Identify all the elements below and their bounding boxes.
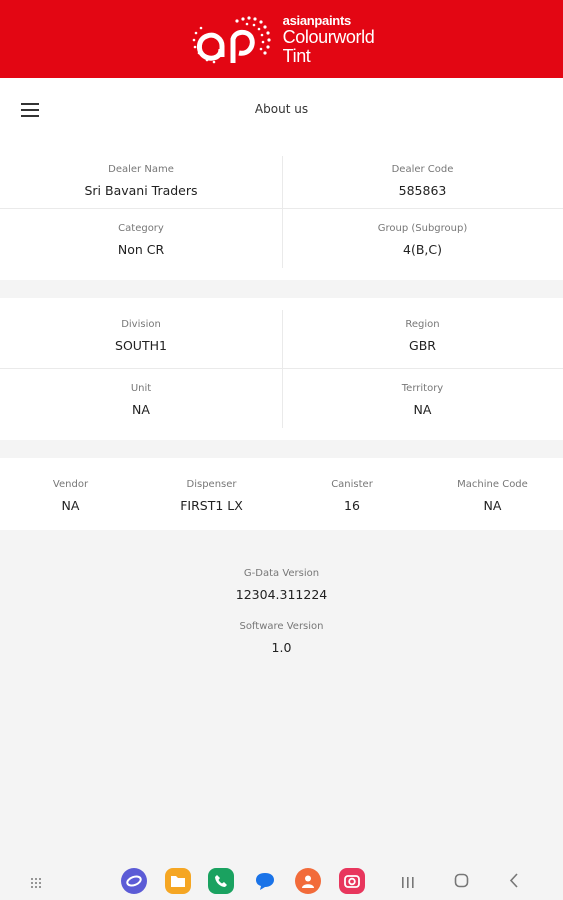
vendor-field: Vendor NA xyxy=(0,479,141,513)
region-field: Region GBR xyxy=(282,319,563,353)
brand-line-2: Colourworld xyxy=(282,26,375,47)
contacts-icon[interactable] xyxy=(295,868,321,894)
territory-field: Territory NA xyxy=(282,383,563,417)
group-label: Group (Subgroup) xyxy=(377,223,468,234)
row-divider xyxy=(0,368,563,369)
recent-apps-icon xyxy=(402,877,414,888)
internet-browser-icon[interactable] xyxy=(121,868,147,894)
category-field: Category Non CR xyxy=(0,223,282,257)
canister-field: Canister 16 xyxy=(282,479,422,513)
row-divider xyxy=(0,208,563,209)
dealer-code-value: 585863 xyxy=(398,183,447,198)
region-value: GBR xyxy=(409,338,436,353)
machine-code-value: NA xyxy=(483,498,502,513)
app-grid-icon xyxy=(31,878,41,888)
region-label: Region xyxy=(405,319,440,330)
my-files-icon[interactable] xyxy=(165,868,191,894)
messages-icon[interactable] xyxy=(252,868,278,894)
home-icon xyxy=(454,873,469,888)
gdata-version-field: G-Data Version 12304.311224 xyxy=(0,568,563,602)
back-button[interactable] xyxy=(509,873,519,892)
dealer-name-value: Sri Bavani Traders xyxy=(84,183,198,198)
group-field: Group (Subgroup) 4(B,C) xyxy=(282,223,563,257)
software-version-field: Software Version 1.0 xyxy=(0,621,563,655)
camera-icon[interactable] xyxy=(339,868,365,894)
brand-bar: asianpaints Colourworld Tint xyxy=(0,0,563,78)
ap-logo-icon xyxy=(192,16,271,64)
division-field: Division SOUTH1 xyxy=(0,319,282,353)
brand-line-3: Tint xyxy=(282,45,311,66)
dealer-name-field: Dealer Name Sri Bavani Traders xyxy=(0,164,282,198)
region-info-card: Division SOUTH1 Region GBR Unit NA Terri… xyxy=(0,298,563,440)
phone-icon[interactable] xyxy=(208,868,234,894)
territory-value: NA xyxy=(413,402,432,417)
recent-apps-button[interactable] xyxy=(401,874,415,893)
category-label: Category xyxy=(118,223,164,234)
machine-code-field: Machine Code NA xyxy=(422,479,563,513)
division-value: SOUTH1 xyxy=(115,338,167,353)
dealer-info-card: Dealer Name Sri Bavani Traders Dealer Co… xyxy=(0,142,563,280)
machine-info-card: Vendor NA Dispenser FIRST1 LX Canister 1… xyxy=(0,458,563,530)
canister-value: 16 xyxy=(344,498,360,513)
category-value: Non CR xyxy=(117,242,165,257)
group-value: 4(B,C) xyxy=(403,242,442,257)
asian-paints-logo: asianpaints Colourworld Tint xyxy=(189,13,375,65)
back-icon xyxy=(509,873,518,888)
gdata-version-value: 12304.311224 xyxy=(235,587,328,602)
software-version-label: Software Version xyxy=(239,621,324,632)
division-label: Division xyxy=(121,319,161,330)
dealer-code-label: Dealer Code xyxy=(391,164,454,175)
canister-label: Canister xyxy=(331,479,373,490)
home-button[interactable] xyxy=(454,873,469,892)
app-header: About us xyxy=(0,78,563,142)
machine-code-label: Machine Code xyxy=(457,479,528,490)
vendor-label: Vendor xyxy=(52,479,89,490)
app-drawer-button[interactable] xyxy=(30,874,42,893)
vendor-value: NA xyxy=(61,498,80,513)
dispenser-field: Dispenser FIRST1 LX xyxy=(141,479,282,513)
brand-line-1: asianpaints xyxy=(282,12,352,28)
unit-label: Unit xyxy=(130,383,152,394)
unit-value: NA xyxy=(132,402,150,417)
page-title: About us xyxy=(254,102,309,116)
dealer-name-label: Dealer Name xyxy=(108,164,174,175)
dispenser-value: FIRST1 LX xyxy=(180,498,243,513)
software-version-value: 1.0 xyxy=(271,640,292,655)
dealer-code-field: Dealer Code 585863 xyxy=(282,164,563,198)
system-navigation-bar xyxy=(0,860,563,900)
gdata-version-label: G-Data Version xyxy=(243,568,320,579)
unit-field: Unit NA xyxy=(0,383,282,417)
territory-label: Territory xyxy=(401,383,444,394)
dispenser-label: Dispenser xyxy=(186,479,237,490)
